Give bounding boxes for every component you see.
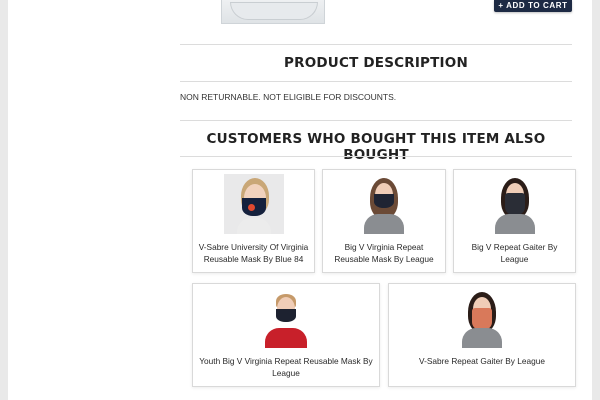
divider <box>180 156 572 157</box>
product-name[interactable]: Youth Big V Virginia Repeat Reusable Mas… <box>197 355 375 379</box>
product-thumbnail[interactable] <box>484 174 545 234</box>
product-name[interactable]: V-Sabre University Of Virginia Reusable … <box>197 241 310 265</box>
product-description-text: NON RETURNABLE. NOT ELIGIBLE FOR DISCOUN… <box>180 92 397 102</box>
product-description-heading: PRODUCT DESCRIPTION <box>284 55 468 71</box>
divider <box>180 120 572 121</box>
product-thumbnail[interactable] <box>223 174 284 234</box>
product-image[interactable] <box>221 0 325 24</box>
divider <box>180 44 572 45</box>
left-page-gutter <box>0 0 8 400</box>
related-product-card[interactable]: Youth Big V Virginia Repeat Reusable Mas… <box>192 283 380 387</box>
right-page-gutter <box>592 0 600 400</box>
divider <box>180 81 572 82</box>
product-thumbnail[interactable] <box>256 288 316 348</box>
related-product-card[interactable]: V-Sabre University Of Virginia Reusable … <box>192 169 315 273</box>
product-thumbnail[interactable] <box>452 288 512 348</box>
mask-product-shape <box>230 2 318 20</box>
related-product-card[interactable]: Big V Virginia Repeat Reusable Mask By L… <box>322 169 446 273</box>
product-name[interactable]: Big V Repeat Gaiter By League <box>458 241 571 265</box>
add-to-cart-button[interactable]: + ADD TO CART <box>494 0 572 12</box>
related-product-card[interactable]: V-Sabre Repeat Gaiter By League <box>388 283 576 387</box>
product-name[interactable]: Big V Virginia Repeat Reusable Mask By L… <box>327 241 441 265</box>
product-thumbnail[interactable] <box>354 174 414 234</box>
related-products-heading: CUSTOMERS WHO BOUGHT THIS ITEM ALSO BOUG… <box>206 131 546 163</box>
related-product-card[interactable]: Big V Repeat Gaiter By League <box>453 169 576 273</box>
product-name[interactable]: V-Sabre Repeat Gaiter By League <box>393 355 571 367</box>
